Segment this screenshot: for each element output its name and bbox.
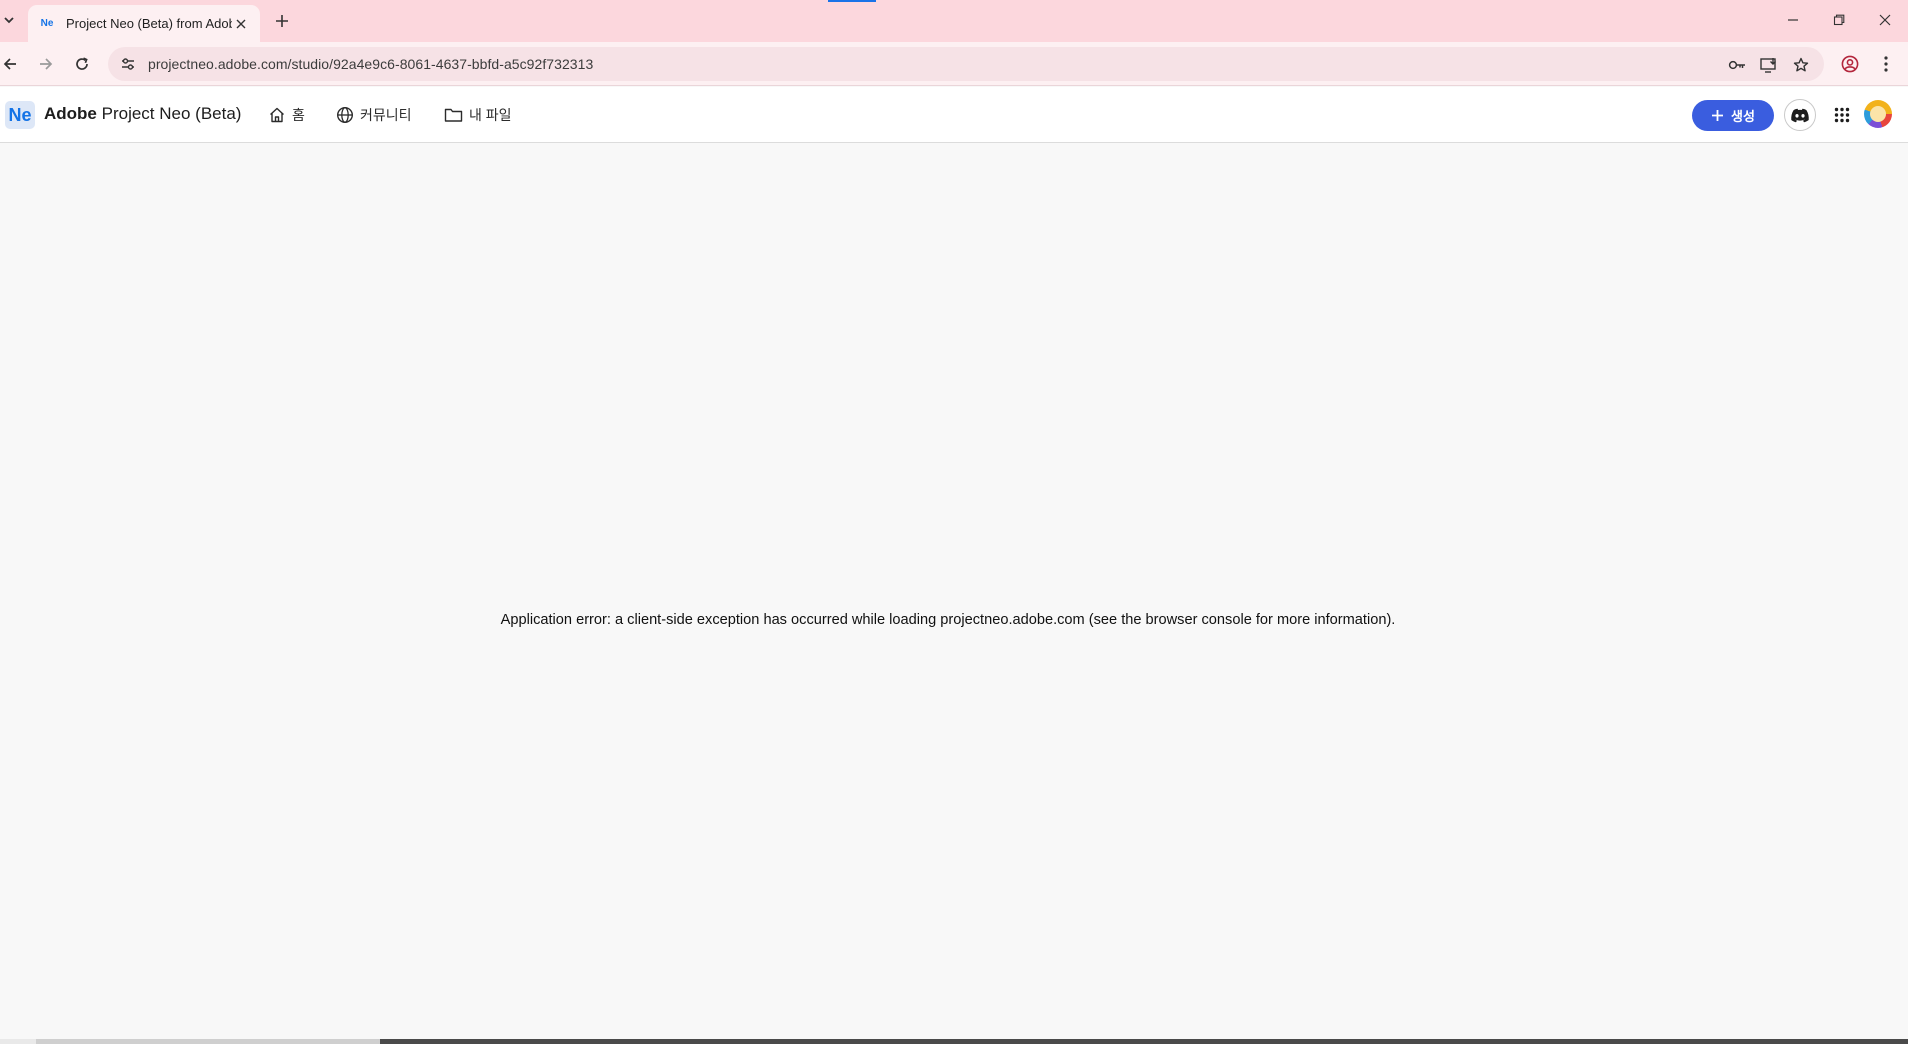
tab-favicon: Ne	[40, 18, 54, 29]
app-brand[interactable]: Adobe Project Neo (Beta)	[44, 104, 241, 124]
address-bar[interactable]: projectneo.adobe.com/studio/92a4e9c6-806…	[108, 47, 1824, 81]
nav-community[interactable]: 커뮤니티	[336, 103, 412, 127]
brand-bold: Adobe	[44, 104, 97, 123]
tab-search-icon[interactable]	[0, 9, 18, 31]
browser-tab-strip: Ne Project Neo (Beta) from Adobe	[0, 0, 1908, 42]
taskbar-segment	[36, 1039, 380, 1044]
profile-icon[interactable]	[1836, 50, 1864, 78]
taskbar-segment	[380, 1039, 1908, 1044]
brand-name: Project Neo (Beta)	[96, 104, 242, 123]
nav-home[interactable]: 홈	[268, 103, 305, 127]
discord-button[interactable]	[1784, 99, 1816, 131]
nav-my-files-label: 내 파일	[469, 107, 512, 123]
bookmark-star-icon[interactable]	[1790, 54, 1812, 76]
tab-title: Project Neo (Beta) from Adobe	[66, 16, 232, 31]
taskbar-edge	[0, 1039, 1908, 1044]
restore-icon[interactable]	[1824, 6, 1854, 34]
create-button-label: 생성	[1731, 109, 1755, 124]
folder-icon	[444, 108, 463, 122]
home-icon	[270, 107, 284, 123]
close-window-icon[interactable]	[1870, 6, 1900, 34]
globe-icon	[336, 106, 354, 124]
browser-tab[interactable]: Ne Project Neo (Beta) from Adobe	[28, 5, 260, 42]
site-settings-icon[interactable]	[118, 54, 138, 74]
url-text: projectneo.adobe.com/studio/92a4e9c6-806…	[148, 56, 594, 72]
plus-icon	[1712, 110, 1724, 121]
apps-grid-icon[interactable]	[1830, 103, 1854, 127]
install-app-icon[interactable]	[1758, 54, 1780, 76]
discord-icon	[1791, 108, 1809, 122]
nav-home-label: 홈	[292, 107, 305, 123]
reload-icon[interactable]	[68, 50, 96, 78]
close-icon[interactable]	[232, 15, 250, 33]
password-key-icon[interactable]	[1726, 54, 1748, 76]
browser-toolbar: projectneo.adobe.com/studio/92a4e9c6-806…	[0, 42, 1908, 86]
new-tab-button[interactable]	[270, 9, 294, 33]
minimize-icon[interactable]	[1778, 6, 1808, 34]
app-header: Ne Adobe Project Neo (Beta) 홈 커뮤니티 내 파일 …	[0, 87, 1908, 143]
menu-dots-icon[interactable]	[1872, 50, 1900, 78]
main-content: Application error: a client-side excepti…	[0, 143, 1908, 1038]
nav-community-label: 커뮤니티	[360, 107, 412, 123]
create-button[interactable]: 생성	[1692, 100, 1774, 131]
avatar-face	[1870, 106, 1886, 122]
forward-icon[interactable]	[32, 50, 60, 78]
application-error-message: Application error: a client-side excepti…	[500, 612, 1396, 628]
avatar[interactable]	[1864, 100, 1892, 128]
app-logo[interactable]: Ne	[5, 101, 35, 129]
tab-strip-indicator	[828, 0, 876, 2]
plus-icon	[276, 15, 288, 27]
nav-my-files[interactable]: 내 파일	[444, 103, 512, 127]
back-icon[interactable]	[0, 50, 24, 78]
